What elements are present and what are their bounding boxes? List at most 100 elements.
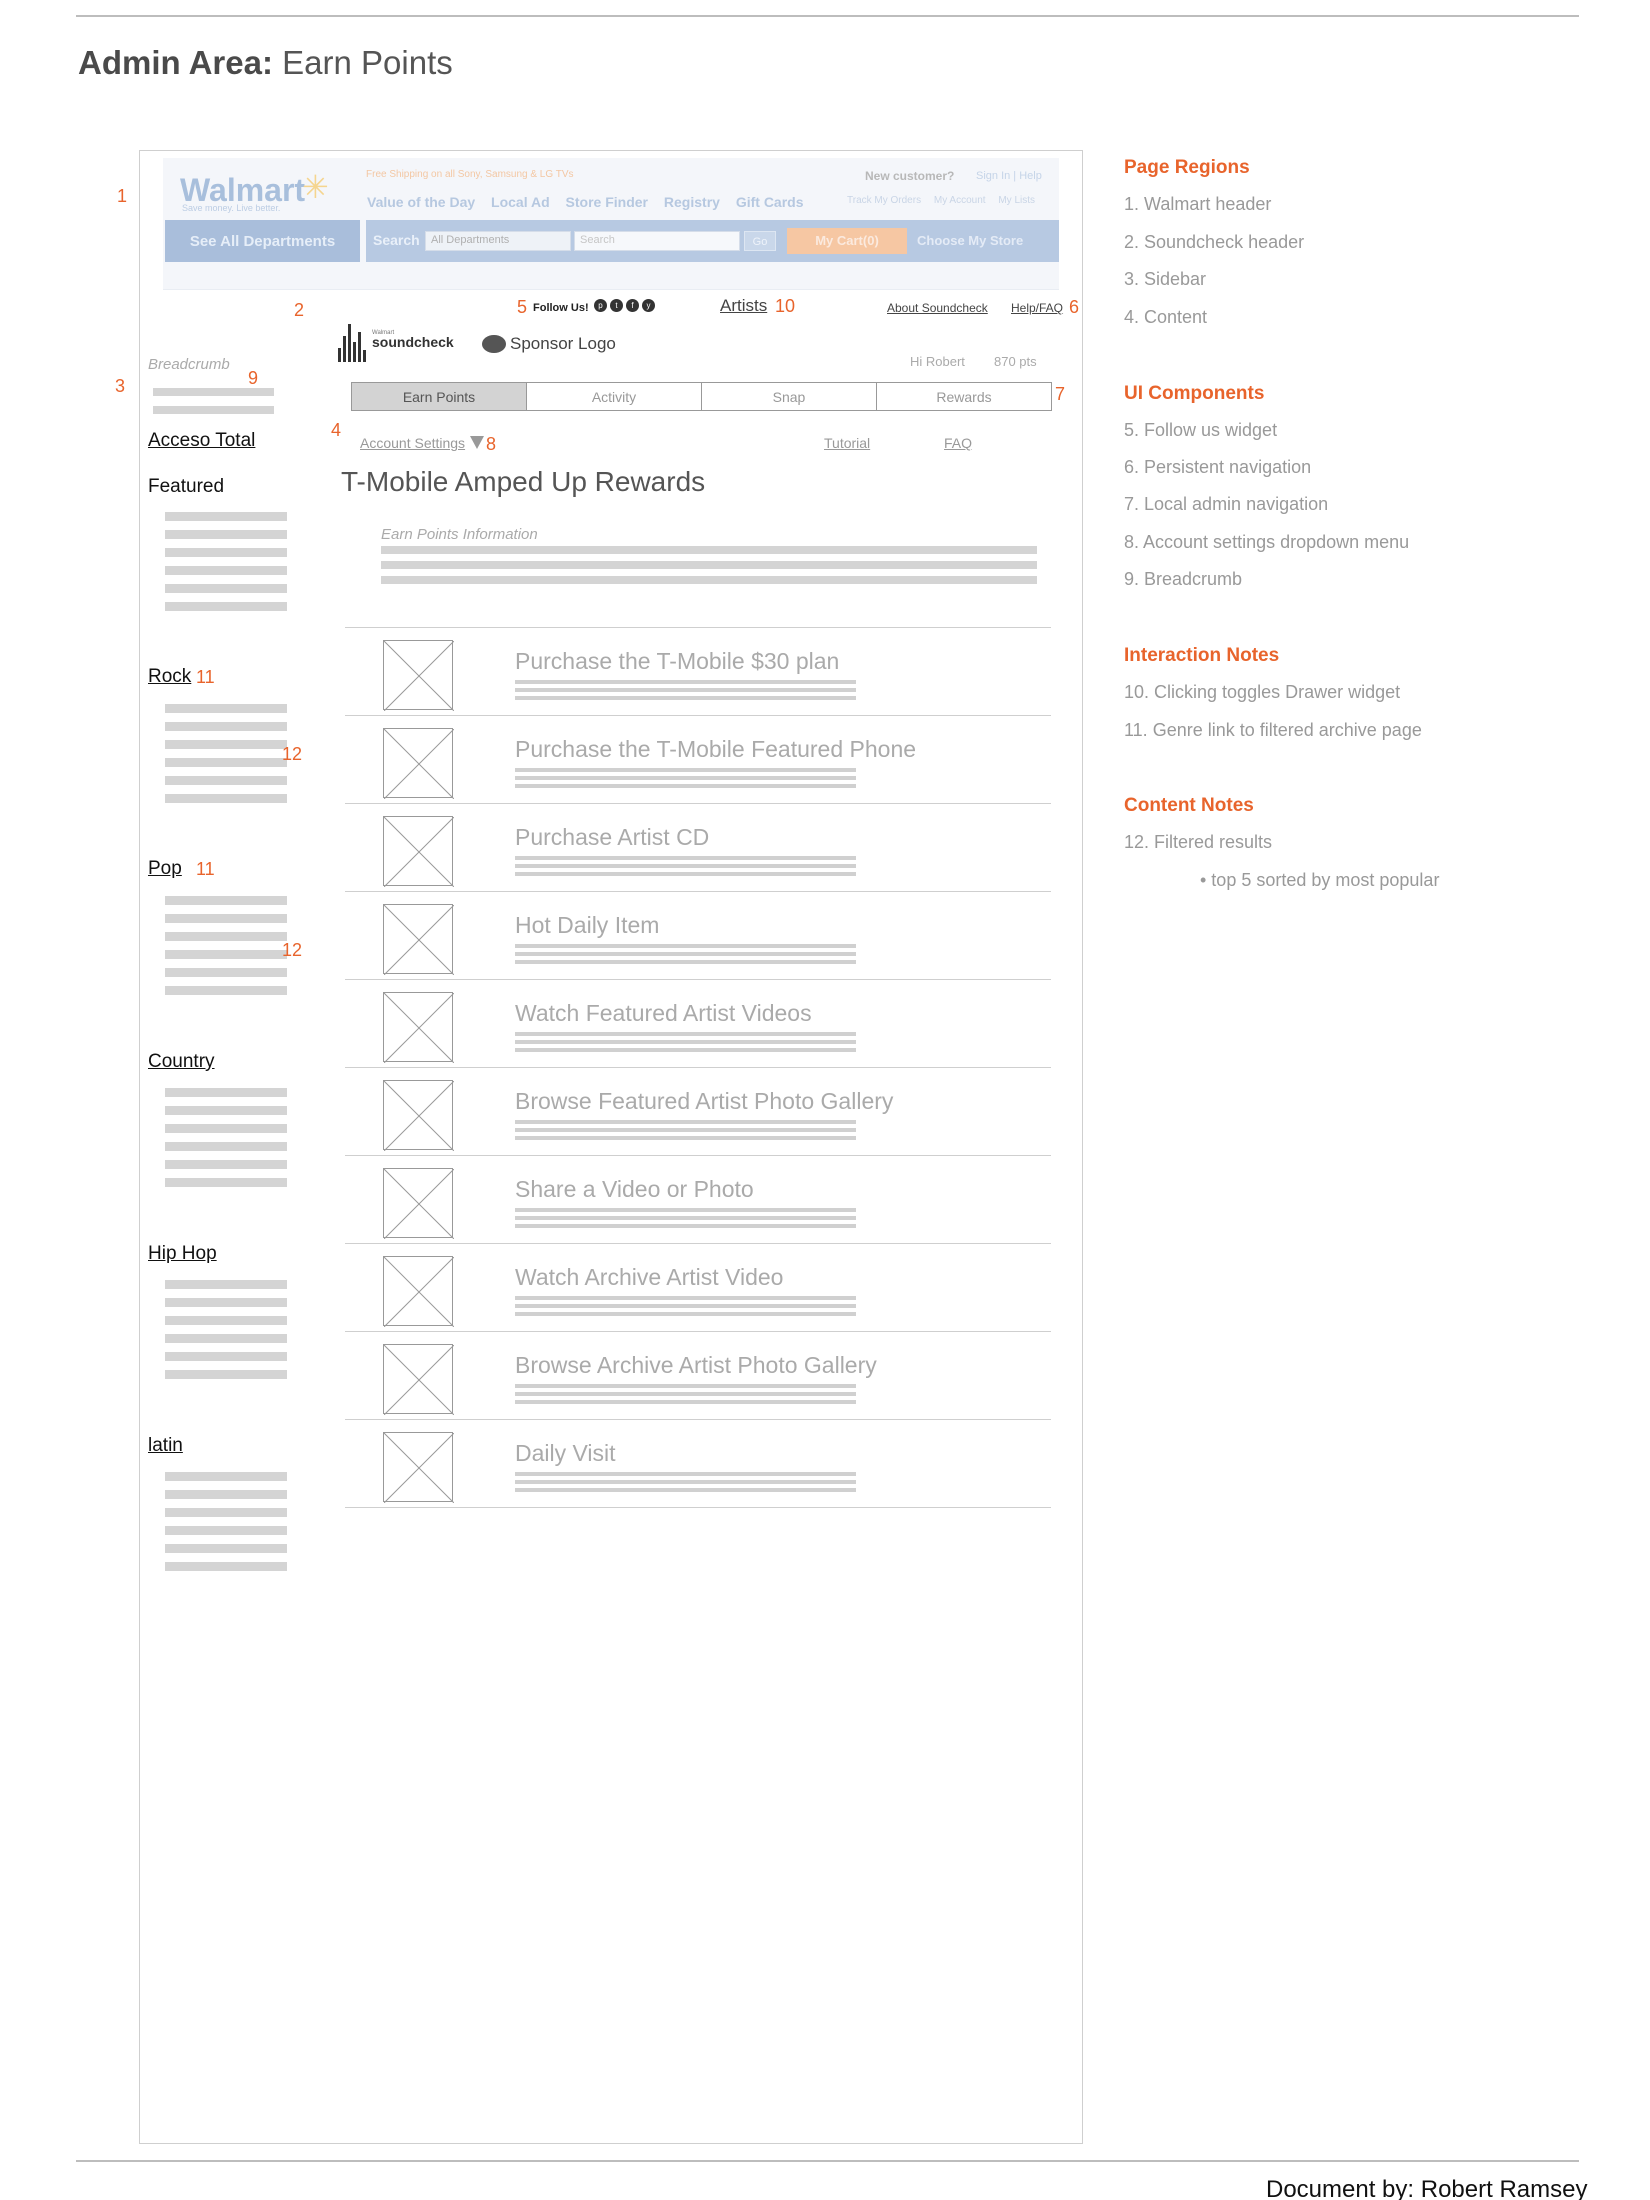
list-item[interactable]: Purchase Artist CD — [345, 803, 1051, 891]
sidebar-placeholder-line — [165, 548, 287, 557]
note-item: 2. Soundcheck header — [1124, 232, 1305, 252]
item-placeholder-line — [515, 856, 856, 860]
list-item[interactable]: Purchase the T-Mobile $30 plan — [345, 627, 1051, 715]
tab-snap[interactable]: Snap — [702, 383, 877, 410]
sponsor-logo: Sponsor Logo — [482, 334, 616, 354]
sidebar-placeholder-line — [165, 1280, 287, 1289]
acceso-total-link[interactable]: Acceso Total — [148, 430, 255, 452]
tab-activity[interactable]: Activity — [527, 383, 702, 410]
facebook-icon[interactable]: f — [626, 299, 639, 312]
genre-link-latin[interactable]: latin — [148, 1435, 183, 1457]
dropdown-triangle-icon[interactable] — [470, 436, 484, 449]
breadcrumb-placeholder — [153, 406, 274, 414]
choose-store-link[interactable]: Choose My Store — [917, 233, 1023, 248]
follow-us-label: Follow Us! — [533, 302, 589, 314]
item-title[interactable]: Purchase Artist CD — [515, 824, 709, 851]
image-placeholder-icon — [383, 992, 455, 1064]
help-faq-link[interactable]: Help/FAQ — [1011, 301, 1063, 315]
my-account-link[interactable]: My Account — [934, 195, 986, 206]
account-settings-dropdown[interactable]: Account Settings — [360, 435, 465, 451]
genre-link-rock[interactable]: Rock — [148, 666, 191, 688]
list-item[interactable]: Purchase the T-Mobile Featured Phone — [345, 715, 1051, 803]
item-title[interactable]: Daily Visit — [515, 1440, 616, 1467]
note-item: 9. Breadcrumb — [1124, 569, 1243, 589]
walmart-nav-item[interactable]: Gift Cards — [736, 194, 804, 210]
my-cart-button[interactable]: My Cart(0) — [787, 228, 907, 254]
item-placeholder-line — [515, 1216, 856, 1220]
item-title[interactable]: Hot Daily Item — [515, 912, 659, 939]
my-lists-link[interactable]: My Lists — [998, 195, 1035, 206]
list-item[interactable]: Daily Visit — [345, 1419, 1051, 1507]
soundcheck-logo-icon[interactable] — [338, 322, 366, 362]
sidebar-placeholder-line — [165, 584, 287, 593]
sidebar-placeholder-line — [165, 1298, 287, 1307]
note-item: 4. Content — [1124, 307, 1208, 327]
sidebar-placeholder-line — [165, 986, 287, 995]
image-placeholder-icon — [383, 1080, 455, 1152]
twitter-icon[interactable]: t — [610, 299, 623, 312]
image-placeholder-icon — [383, 1344, 455, 1416]
callout-8: 8 — [486, 434, 497, 454]
item-placeholder-line — [515, 1480, 856, 1484]
breadcrumb-placeholder — [153, 388, 274, 396]
notes-interaction-heading: Interaction Notes — [1124, 645, 1280, 666]
item-placeholder-line — [515, 696, 856, 700]
item-placeholder-line — [515, 944, 856, 948]
list-divider — [345, 1507, 1051, 1508]
item-title[interactable]: Watch Archive Artist Video — [515, 1264, 783, 1291]
search-go-button[interactable]: Go — [744, 231, 776, 251]
image-placeholder-icon — [383, 816, 455, 888]
item-placeholder-line — [515, 768, 856, 772]
sidebar-placeholder-line — [165, 1316, 287, 1325]
walmart-promo[interactable]: Free Shipping on all Sony, Samsung & LG … — [366, 169, 574, 180]
tab-earn-points[interactable]: Earn Points — [352, 383, 527, 410]
youtube-icon[interactable]: y — [642, 299, 655, 312]
department-select[interactable]: All Departments — [425, 231, 571, 251]
genre-link-country[interactable]: Country — [148, 1051, 215, 1073]
faq-link[interactable]: FAQ — [944, 435, 972, 451]
earn-points-info-label: Earn Points Information — [381, 526, 538, 543]
item-title[interactable]: Share a Video or Photo — [515, 1176, 754, 1203]
item-placeholder-line — [515, 1128, 856, 1132]
artists-link[interactable]: Artists — [720, 296, 767, 316]
genre-link-hip-hop[interactable]: Hip Hop — [148, 1243, 217, 1265]
callout-12: 12 — [282, 940, 303, 960]
tutorial-link[interactable]: Tutorial — [824, 435, 870, 451]
bottom-rule — [76, 2160, 1579, 2162]
sign-in-link[interactable]: Sign In | Help — [976, 170, 1042, 182]
walmart-nav-item[interactable]: Local Ad — [491, 194, 550, 210]
about-soundcheck-link[interactable]: About Soundcheck — [887, 301, 988, 315]
walmart-nav-item[interactable]: Value of the Day — [367, 194, 475, 210]
walmart-nav-item[interactable]: Store Finder — [566, 194, 648, 210]
sidebar-placeholder-line — [165, 932, 287, 941]
list-item[interactable]: Watch Archive Artist Video — [345, 1243, 1051, 1331]
list-item[interactable]: Hot Daily Item — [345, 891, 1051, 979]
item-placeholder-line — [515, 1208, 856, 1212]
sidebar-placeholder-line — [165, 950, 287, 959]
sidebar-placeholder-line — [165, 1370, 287, 1379]
genre-link-pop[interactable]: Pop — [148, 858, 182, 880]
item-title[interactable]: Purchase the T-Mobile $30 plan — [515, 648, 839, 675]
sidebar-placeholder-line — [165, 566, 287, 575]
tab-rewards[interactable]: Rewards — [877, 383, 1051, 410]
pinterest-icon[interactable]: p — [594, 299, 607, 312]
search-input[interactable]: Search — [574, 231, 740, 251]
image-placeholder-icon — [383, 1256, 455, 1328]
callout-6: 6 — [1069, 297, 1080, 317]
list-item[interactable]: Browse Featured Artist Photo Gallery — [345, 1067, 1051, 1155]
sidebar-placeholder-line — [165, 1562, 287, 1571]
list-item[interactable]: Watch Featured Artist Videos — [345, 979, 1051, 1067]
item-title[interactable]: Browse Featured Artist Photo Gallery — [515, 1088, 893, 1115]
item-title[interactable]: Purchase the T-Mobile Featured Phone — [515, 736, 916, 763]
item-title[interactable]: Watch Featured Artist Videos — [515, 1000, 812, 1027]
item-title[interactable]: Browse Archive Artist Photo Gallery — [515, 1352, 877, 1379]
item-placeholder-line — [515, 784, 856, 788]
breadcrumb[interactable]: Breadcrumb — [148, 356, 230, 373]
walmart-nav-item[interactable]: Registry — [664, 194, 720, 210]
list-item[interactable]: Browse Archive Artist Photo Gallery — [345, 1331, 1051, 1419]
see-all-departments-button[interactable]: See All Departments — [165, 220, 360, 262]
sidebar-placeholder-line — [165, 1472, 287, 1481]
list-item[interactable]: Share a Video or Photo — [345, 1155, 1051, 1243]
track-orders-link[interactable]: Track My Orders — [847, 195, 921, 206]
new-customer-label: New customer? — [865, 169, 955, 183]
